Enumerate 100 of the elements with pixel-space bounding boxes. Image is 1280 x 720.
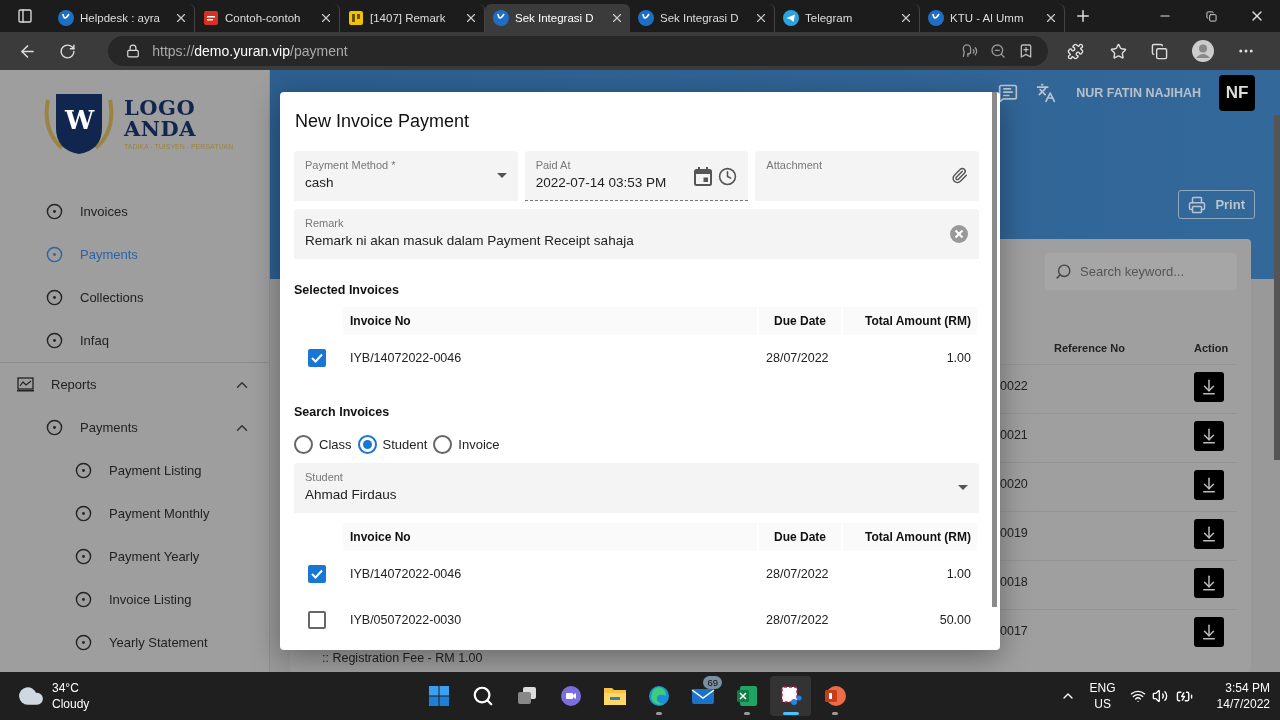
student-select[interactable]: Student Ahmad Firdaus [294, 463, 979, 513]
bullet-icon [46, 332, 63, 349]
calendar-icon[interactable] [694, 167, 713, 186]
radio-option[interactable]: Class [294, 434, 352, 454]
mail-icon[interactable] [690, 686, 715, 706]
table-cell: 0021 [1000, 428, 1028, 442]
payment-method-select[interactable]: Payment Method * cash [294, 151, 518, 201]
field-label: Remark [305, 217, 345, 229]
tab-actions-icon[interactable] [17, 8, 33, 24]
volume-icon[interactable] [1151, 688, 1168, 704]
sidebar-item[interactable]: Invoices [0, 190, 269, 233]
download-button[interactable] [1194, 617, 1224, 647]
bullet-icon [75, 505, 92, 522]
profile-icon[interactable] [1192, 40, 1215, 62]
table-cell: 0017 [1000, 624, 1028, 638]
close-icon[interactable] [899, 11, 913, 25]
sidebar-item[interactable]: Reports [0, 363, 269, 406]
checkbox[interactable] [308, 565, 326, 583]
running-indicator [831, 712, 838, 715]
clock[interactable]: 3:54 PM 14/7/2022 [1216, 680, 1270, 712]
sidebar-item[interactable]: Collections [0, 276, 269, 319]
temperature: 34°C [52, 680, 80, 696]
running-indicator [743, 712, 750, 715]
presentation-icon[interactable] [823, 685, 846, 707]
checkbox[interactable] [308, 611, 326, 629]
remark-field[interactable]: Remark Remark ni akan masuk dalam Payment Receipt sahaja [294, 209, 979, 259]
field-label: Payment Method * [305, 159, 397, 171]
close-icon[interactable] [1044, 11, 1058, 25]
column-header: Reference No [1053, 341, 1126, 356]
close-icon[interactable] [319, 11, 333, 25]
wifi-icon[interactable] [1129, 688, 1146, 704]
radio-option[interactable]: Student [357, 434, 428, 454]
read-aloud-icon[interactable] [962, 43, 979, 59]
extensions-icon[interactable] [1066, 42, 1084, 60]
snipping-icon[interactable] [779, 685, 802, 707]
bullet-icon [75, 462, 92, 479]
radio-option[interactable]: Invoice [433, 434, 500, 454]
scrollbar[interactable] [1274, 115, 1280, 460]
clear-icon[interactable] [950, 225, 968, 243]
sidebar-item[interactable]: Payment Monthly [0, 492, 269, 535]
address-bar[interactable]: https://demo.yuran.vip/payment [108, 36, 1049, 66]
attachment-field[interactable]: Attachment [755, 151, 979, 201]
dropdown-arrow-icon[interactable] [958, 485, 968, 490]
sidebar-item[interactable]: Infaq [0, 319, 269, 362]
sidebar-item[interactable]: Yearly Statement [0, 621, 269, 664]
table-cell: 0022 [1000, 379, 1028, 393]
favorites-icon[interactable] [1110, 42, 1128, 60]
sidebar-item[interactable]: Payment Yearly [0, 535, 269, 578]
radio-button[interactable] [294, 434, 313, 454]
spreadsheet-icon[interactable] [735, 685, 758, 707]
sidebar-item[interactable]: Payments [0, 406, 269, 449]
scrollbar[interactable] [992, 92, 997, 607]
refresh-icon[interactable] [58, 42, 76, 60]
windows-icon[interactable] [427, 685, 450, 707]
download-button[interactable] [1194, 519, 1224, 549]
new-tab-icon[interactable] [1074, 7, 1092, 25]
clock-icon[interactable] [718, 167, 738, 186]
dropdown-arrow-icon[interactable] [496, 173, 507, 178]
download-button[interactable] [1194, 568, 1224, 598]
running-indicator [655, 712, 662, 715]
column-header: Total Amount (RM) [843, 523, 977, 551]
lock-icon [126, 44, 141, 58]
radio-button[interactable] [433, 434, 453, 454]
site-icon [638, 10, 654, 26]
chart-icon [17, 377, 34, 392]
column-header: Action [1193, 341, 1230, 356]
download-icon [1200, 377, 1218, 397]
download-button[interactable] [1194, 421, 1224, 451]
sidebar-item[interactable]: Payment Listing [0, 449, 269, 492]
browser-tab[interactable]: Sek Integrasi D [485, 4, 630, 32]
sidebar-item[interactable]: Invoice Listing [0, 578, 269, 621]
close-icon[interactable] [610, 11, 624, 25]
video-chat-icon[interactable] [559, 685, 582, 707]
taskbar-button[interactable] [770, 676, 811, 716]
search-icon[interactable] [471, 685, 494, 707]
section-title: Selected Invoices [294, 283, 400, 297]
paperclip-icon[interactable] [951, 167, 968, 184]
field-label: Attachment [766, 159, 823, 171]
download-icon [1200, 475, 1218, 495]
paid-at-field[interactable]: Paid At 2022-07-14 03:53 PM [524, 151, 749, 201]
translate-icon[interactable] [1036, 83, 1057, 103]
language-indicator[interactable]: ENG US [1089, 680, 1116, 712]
close-icon[interactable] [464, 11, 478, 25]
browser-icon[interactable] [647, 685, 670, 707]
close-icon[interactable] [174, 11, 188, 25]
collections-icon[interactable] [1150, 42, 1168, 60]
download-button[interactable] [1194, 372, 1224, 402]
avatar[interactable]: NF [1219, 75, 1255, 111]
download-icon [1200, 573, 1218, 593]
task-view-icon[interactable] [515, 685, 538, 707]
checkbox[interactable] [308, 349, 326, 367]
close-icon[interactable] [754, 11, 768, 25]
taskbar-button[interactable]: 69 [682, 676, 723, 716]
restore-icon[interactable] [1205, 10, 1217, 22]
table-cell-text: 28/07/2022 [765, 350, 830, 367]
chat-icon[interactable] [998, 83, 1019, 103]
download-button[interactable] [1194, 470, 1224, 500]
radio-button[interactable] [357, 434, 377, 454]
zoom-out-icon[interactable] [990, 43, 1007, 59]
folder-icon[interactable] [602, 685, 627, 707]
